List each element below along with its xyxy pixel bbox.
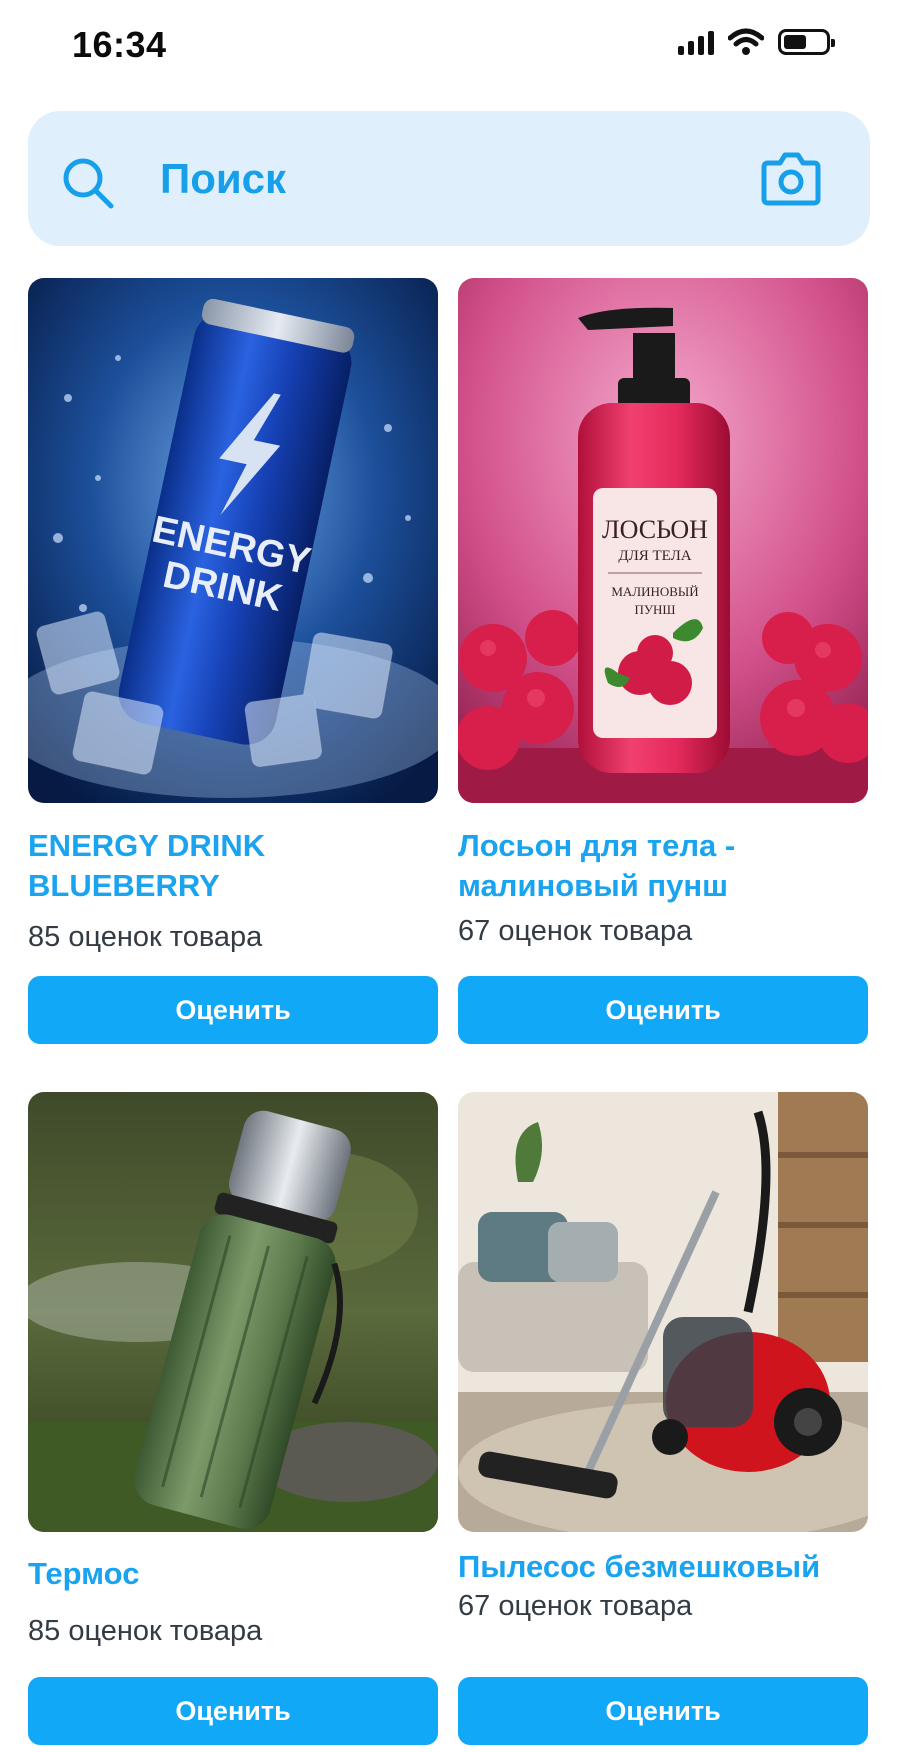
product-image[interactable]: ENERGY DRINK: [28, 278, 438, 803]
search-icon: [63, 158, 114, 209]
search-bar[interactable]: Поиск: [28, 111, 870, 246]
vacuum-image: [458, 1092, 868, 1532]
product-card-body-lotion[interactable]: ЛОСЬОН ДЛЯ ТЕЛА МАЛИНОВЫЙ ПУНШ Лосьон дл…: [458, 278, 868, 1048]
rating-count: 85 оценок товара: [28, 921, 263, 953]
wifi-icon: [728, 28, 764, 55]
bottle-label-line4: ПУНШ: [634, 602, 675, 617]
product-title[interactable]: ENERGY DRINK BLUEBERRY: [28, 826, 438, 906]
status-bar: 16:34: [0, 0, 898, 92]
product-card-energy-drink[interactable]: ENERGY DRINK ENERGY DRINK BLUEBERRY 85 о…: [28, 278, 438, 1048]
product-title[interactable]: Лосьон для тела - малиновый пунш: [458, 826, 868, 906]
product-card-thermos[interactable]: Термос 85 оценок товара Оценить: [28, 1092, 438, 1752]
status-icons: [678, 28, 835, 56]
product-title[interactable]: Пылесос безмешковый: [458, 1547, 868, 1587]
camera-icon[interactable]: [760, 149, 822, 207]
thermos-image: [28, 1092, 438, 1532]
body-lotion-image: ЛОСЬОН ДЛЯ ТЕЛА МАЛИНОВЫЙ ПУНШ: [458, 278, 868, 803]
signal-icon: [678, 29, 714, 55]
product-title[interactable]: Термос: [28, 1554, 438, 1594]
status-time: 16:34: [72, 24, 167, 65]
bottle-label-line2: ДЛЯ ТЕЛА: [618, 548, 691, 564]
energy-drink-image: ENERGY DRINK: [28, 278, 438, 803]
rate-button[interactable]: Оценить: [458, 976, 868, 1044]
product-image[interactable]: [28, 1092, 438, 1532]
bottle-label-line1: ЛОСЬОН: [602, 515, 708, 544]
product-card-vacuum[interactable]: Пылесос безмешковый 67 оценок товара Оце…: [458, 1092, 868, 1752]
product-image[interactable]: ЛОСЬОН ДЛЯ ТЕЛА МАЛИНОВЫЙ ПУНШ: [458, 278, 868, 803]
rating-count: 85 оценок товара: [28, 1615, 263, 1647]
product-image[interactable]: [458, 1092, 868, 1532]
rate-button[interactable]: Оценить: [28, 1677, 438, 1745]
rate-button[interactable]: Оценить: [28, 976, 438, 1044]
battery-icon: [778, 29, 835, 55]
rate-button[interactable]: Оценить: [458, 1677, 868, 1745]
rating-count: 67 оценок товара: [458, 915, 693, 947]
bottle-label-line3: МАЛИНОВЫЙ: [611, 584, 698, 599]
rating-count: 67 оценок товара: [458, 1590, 693, 1622]
search-input[interactable]: Поиск: [160, 155, 286, 203]
